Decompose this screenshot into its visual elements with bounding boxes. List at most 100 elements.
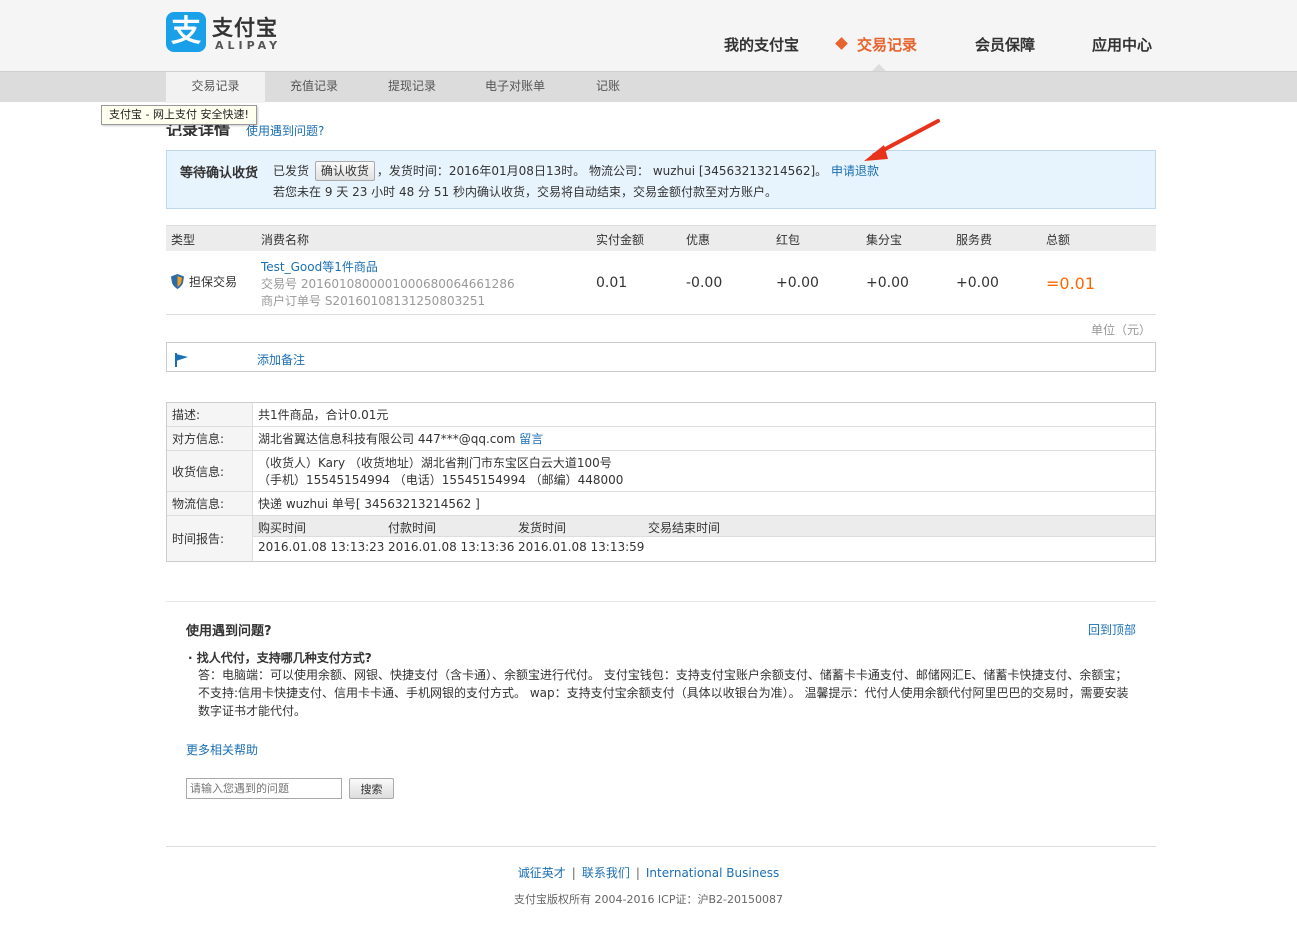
sub-nav: 交易记录 充值记录 提现记录 电子对账单 记账 — [0, 71, 1297, 103]
unit-label: 单位（元） — [1091, 323, 1152, 337]
detail-label: 对方信息: — [167, 427, 253, 450]
col-service-fee: 服务费 — [956, 233, 993, 247]
subtab-withdraw[interactable]: 提现记录 — [363, 72, 461, 103]
logo-text-cn: 支付宝 — [212, 16, 278, 40]
detail-label: 物流信息: — [167, 492, 253, 515]
nav-caret-icon — [872, 64, 886, 71]
detail-row-party: 对方信息: 湖北省翼达信息科技有限公司 447***@qq.com 留言 — [167, 427, 1155, 451]
refund-link[interactable]: 申请退款 — [831, 164, 879, 178]
add-note-link[interactable]: 添加备注 — [257, 351, 305, 368]
detail-row-desc: 描述: 共1件商品，合计0.01元 — [167, 403, 1155, 427]
red-packet-amount: +0.00 — [776, 275, 819, 291]
trade-table-header: 类型 消费名称 实付金额 优惠 红包 集分宝 服务费 总额 — [166, 225, 1156, 251]
detail-value: （收货人）Kary （收货地址）湖北省荆门市东宝区白云大道100号 （手机）15… — [253, 451, 1155, 493]
jifenbao-amount: +0.00 — [866, 275, 909, 291]
merchant-order-number: 商户订单号 S20160108131250803251 — [261, 294, 486, 308]
auto-confirm-text: 若您未在 9 天 23 小时 48 分 51 秒内确认收货，交易将自动结束，交易… — [273, 185, 777, 199]
goods-cell: Test_Good等1件商品 交易号 201601080000100068006… — [261, 258, 515, 309]
time-header-row: 购买时间 付款时间 发货时间 交易结束时间 — [253, 516, 1155, 537]
help-link[interactable]: 使用遇到问题? — [246, 122, 324, 139]
nav-trade-records[interactable]: 交易记录 — [857, 34, 917, 55]
receive-line: （收货人）Kary （收货地址）湖北省荆门市东宝区白云大道100号 — [258, 456, 612, 470]
detail-row-logistics: 物流信息: 快递 wuzhui 单号[ 34563213214562 ] — [167, 492, 1155, 516]
service-fee-amount: +0.00 — [956, 275, 999, 291]
detail-row-receive: 收货信息: （收货人）Kary （收货地址）湖北省荆门市东宝区白云大道100号 … — [167, 451, 1155, 492]
shipping-info: 已发货 确认收货 ，发货时间：2016年01月08日13时。 物流公司： wuzh… — [273, 161, 879, 181]
time-report: 购买时间 付款时间 发货时间 交易结束时间 2016.01.08 13:13:2… — [253, 516, 1155, 561]
goods-link[interactable]: Test_Good等1件商品 — [261, 260, 378, 274]
col-total: 总额 — [1046, 233, 1071, 247]
note-box: 添加备注 — [166, 342, 1156, 372]
col-red-packet: 红包 — [776, 233, 801, 247]
alipay-logo[interactable]: 支 支付宝 ALIPAY — [166, 12, 296, 54]
col-jifenbao: 集分宝 — [866, 233, 903, 247]
trade-number: 交易号 2016010800001000680064661286 — [261, 277, 515, 291]
footer-link-contact[interactable]: 联系我们 — [582, 866, 630, 880]
alipay-logo-icon: 支 — [166, 12, 206, 52]
time-header: 发货时间 — [518, 521, 567, 535]
time-header: 购买时间 — [258, 521, 307, 535]
time-value-row: 2016.01.08 13:13:23 2016.01.08 13:13:36 … — [253, 537, 1155, 561]
col-paid: 实付金额 — [596, 233, 645, 247]
trade-status: 等待确认收货 — [180, 166, 259, 181]
search-button[interactable]: 搜索 — [349, 778, 394, 799]
help-title: 使用遇到问题? — [186, 624, 272, 639]
col-type: 类型 — [171, 233, 196, 247]
faq-answer: 答：电脑端：可以使用余额、网银、快捷支付（含卡通）、余额宝进行代付。 支付宝钱包… — [198, 668, 1129, 718]
footer-link-careers[interactable]: 诚征英才 — [518, 866, 566, 880]
subtab-bookkeeping[interactable]: 记账 — [569, 72, 647, 103]
help-search-input[interactable] — [186, 778, 342, 799]
time-value: 2016.01.08 13:13:23 — [258, 540, 385, 554]
col-discount: 优惠 — [686, 233, 711, 247]
copyright: 支付宝版权所有 2004-2016 ICP证：沪B2-20150087 — [513, 893, 783, 906]
time-value: 2016.01.08 13:13:59 — [518, 540, 645, 554]
detail-label: 时间报告: — [167, 516, 253, 561]
subtab-trade-records[interactable]: 交易记录 — [166, 72, 265, 103]
total-amount: =0.01 — [1046, 274, 1096, 293]
footer-divider — [166, 846, 1156, 847]
subtab-statement[interactable]: 电子对账单 — [461, 72, 569, 103]
active-dot-icon — [835, 37, 848, 50]
paid-amount: 0.01 — [596, 275, 628, 291]
discount-amount: -0.00 — [686, 275, 723, 291]
shield-icon — [171, 274, 184, 289]
status-notice: 等待确认收货 已发货 确认收货 ，发货时间：2016年01月08日13时。 物流公… — [166, 150, 1156, 209]
footer-links: 诚征英才 | 联系我们 | International Business — [0, 864, 1297, 881]
ship-details: ，发货时间：2016年01月08日13时。 物流公司： wuzhui [3456… — [376, 164, 828, 178]
divider — [166, 601, 1156, 602]
logo-text-en: ALIPAY — [215, 39, 282, 52]
time-value: 2016.01.08 13:13:36 — [388, 540, 515, 554]
footer-separator: | — [635, 866, 640, 880]
party-info: 湖北省翼达信息科技有限公司 447***@qq.com — [258, 432, 516, 446]
faq-question: · 找人代付，支持哪几种支付方式? — [188, 651, 372, 665]
footer-link-international[interactable]: International Business — [646, 866, 779, 880]
col-name: 消费名称 — [261, 233, 310, 247]
more-help-link[interactable]: 更多相关帮助 — [186, 741, 258, 758]
detail-value: 湖北省翼达信息科技有限公司 447***@qq.com 留言 — [253, 427, 1155, 452]
time-header: 付款时间 — [388, 521, 437, 535]
nav-app-center[interactable]: 应用中心 — [1092, 34, 1152, 55]
receive-line: （手机）15545154994 （电话）15545154994 （邮编）4480… — [258, 473, 624, 487]
trade-type: 担保交易 — [189, 275, 238, 289]
detail-row-time: 时间报告: 购买时间 付款时间 发货时间 交易结束时间 2016.01.08 1… — [167, 516, 1155, 561]
detail-value: 快递 wuzhui 单号[ 34563213214562 ] — [258, 497, 480, 511]
shipped-label: 已发货 — [273, 164, 310, 178]
confirm-receipt-button[interactable]: 确认收货 — [314, 161, 375, 181]
time-header: 交易结束时间 — [648, 521, 721, 535]
detail-table: 描述: 共1件商品，合计0.01元 对方信息: 湖北省翼达信息科技有限公司 44… — [166, 402, 1156, 562]
flag-icon — [175, 353, 188, 367]
message-link[interactable]: 留言 — [519, 432, 543, 446]
header: 支 支付宝 ALIPAY 我的支付宝 交易记录 会员保障 应用中心 — [0, 0, 1297, 71]
table-row: 担保交易 Test_Good等1件商品 交易号 2016010800001000… — [166, 251, 1156, 315]
nav-my-alipay[interactable]: 我的支付宝 — [724, 34, 799, 55]
detail-label: 收货信息: — [167, 451, 253, 491]
subtab-recharge[interactable]: 充值记录 — [265, 72, 363, 103]
red-arrow-icon — [864, 119, 940, 161]
tooltip: 支付宝 - 网上支付 安全快速! — [101, 105, 257, 125]
back-to-top-link[interactable]: 回到顶部 — [1088, 621, 1136, 638]
nav-member-protection[interactable]: 会员保障 — [975, 34, 1035, 55]
faq-question-text: 找人代付，支持哪几种支付方式? — [196, 651, 372, 665]
footer-separator: | — [571, 866, 576, 880]
detail-label: 描述: — [167, 403, 253, 426]
detail-value: 共1件商品，合计0.01元 — [258, 408, 389, 422]
